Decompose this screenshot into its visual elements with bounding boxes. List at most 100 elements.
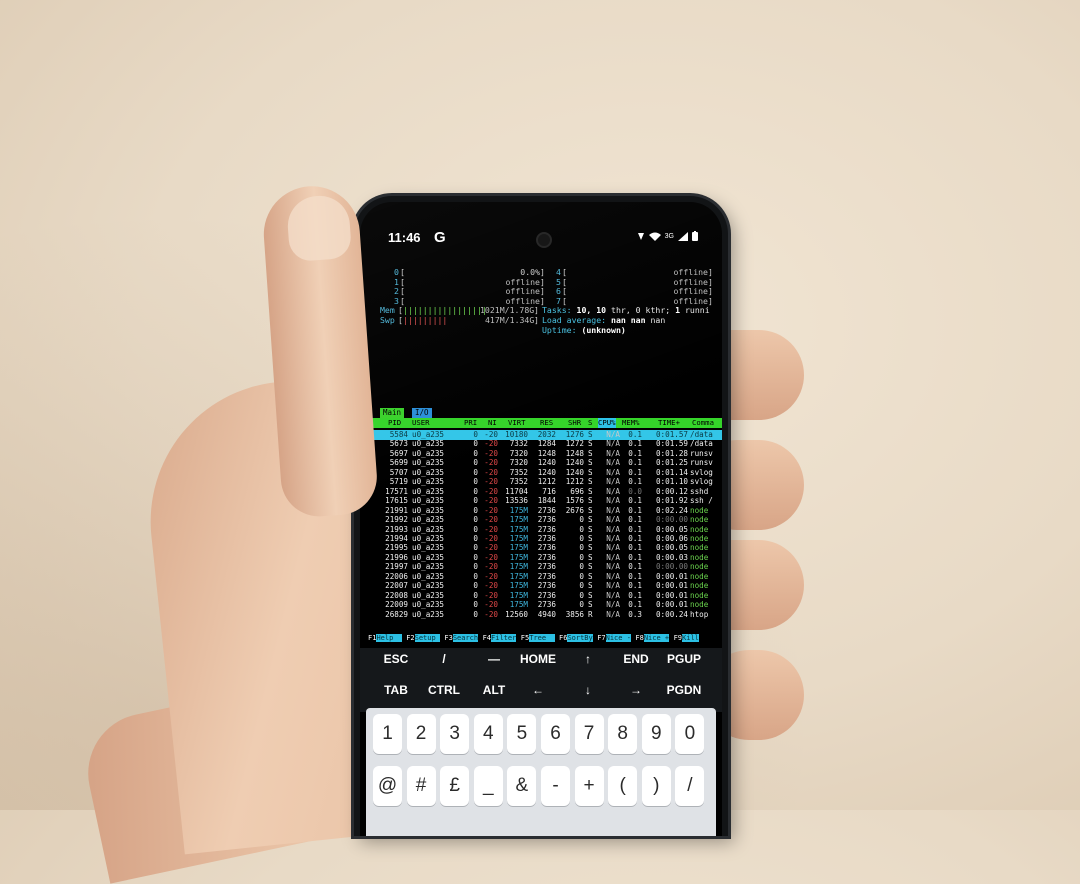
fkey-f5[interactable]: F5Tree (521, 633, 555, 643)
process-row[interactable]: 5584 u0_a235 0 -20 10180 2032 1276 S N/A 0.1 0:01.… (360, 430, 722, 440)
process-row[interactable]: 21992 u0_a235 0 -20 175M 2736 0 S N/A 0.1 0:00.00 n… (360, 515, 722, 525)
process-virt: 11704 (505, 486, 528, 496)
process-shr: 1248 (565, 448, 584, 458)
fkey-f4[interactable]: F4Filter (483, 633, 517, 643)
extra-key[interactable]: ← (516, 683, 560, 697)
process-row[interactable]: 21993 u0_a235 0 -20 175M 2736 0 S N/A 0.1 0:00.05 n… (360, 525, 722, 535)
process-row[interactable]: 21995 u0_a235 0 -20 175M 2736 0 S N/A 0.1 0:00.05 n… (360, 543, 722, 553)
col-ni[interactable]: NI (488, 418, 497, 428)
extra-key[interactable]: PGDN (662, 683, 706, 697)
keyboard-key-6[interactable]: 6 (541, 714, 570, 754)
keyboard-key[interactable]: ( (608, 766, 638, 806)
fkey-number: F3 (444, 634, 453, 642)
keyboard-key[interactable]: & (507, 766, 537, 806)
process-row[interactable]: 5699 u0_a235 0 -20 7320 1240 1240 S N/A 0.1 0:01.2… (360, 458, 722, 468)
process-row[interactable]: 22007 u0_a235 0 -20 175M 2736 0 S N/A 0.1 0:00.01 n… (360, 581, 722, 591)
fkey-f6[interactable]: F6SortBy (559, 633, 593, 643)
keyboard-key[interactable]: # (406, 766, 436, 806)
process-res: 1240 (537, 458, 556, 468)
process-ni: -20 (484, 571, 498, 581)
process-row[interactable]: 17615 u0_a235 0 -20 13536 1844 1576 S N/A 0.1 0:01… (360, 496, 722, 506)
col-time[interactable]: TIME+ (658, 418, 680, 428)
keyboard-key-1[interactable]: 1 (373, 714, 402, 754)
process-shr: 696 (570, 486, 584, 496)
process-s: S (588, 458, 593, 468)
fkey-f7[interactable]: F7Nice - (597, 633, 631, 643)
col-command[interactable]: Comma (692, 418, 714, 428)
tasks-threads: thr, 0 kthr; (611, 305, 671, 316)
process-row[interactable]: 17571 u0_a235 0 -20 11704 716 696 S N/A 0.0 0:00.1… (360, 487, 722, 497)
cpu-meters: 0[0.0%] 4[offline] 1[offline] 5[offline] 2[o… (360, 267, 722, 306)
extra-key[interactable]: — (472, 652, 516, 666)
extra-key[interactable]: PGUP (662, 652, 706, 666)
extra-key[interactable]: CTRL (422, 683, 466, 697)
fkey-f9[interactable]: F9Kill (674, 633, 699, 643)
extra-key[interactable]: ↓ (566, 683, 610, 697)
extra-key[interactable]: ESC (374, 652, 418, 666)
process-row[interactable]: 5697 u0_a235 0 -20 7320 1248 1248 S N/A 0.1 0:01.2… (360, 449, 722, 459)
col-cpu[interactable]: CPU% (598, 418, 616, 428)
process-time: 0:00.05 (655, 524, 688, 534)
process-row[interactable]: 5673 u0_a235 0 -20 7332 1284 1272 S N/A 0.1 0:01.5… (360, 439, 722, 449)
fkey-f3[interactable]: F3Search (444, 633, 479, 643)
keyboard-key[interactable]: £ (440, 766, 470, 806)
keyboard-key-7[interactable]: 7 (574, 714, 604, 754)
extra-key[interactable]: ALT (472, 683, 516, 697)
extra-key[interactable]: / (422, 652, 466, 666)
process-virt: 175M (509, 515, 528, 525)
col-pri[interactable]: PRI (464, 418, 477, 428)
process-row[interactable]: 22009 u0_a235 0 -20 175M 2736 0 S N/A 0.1 0:00.01 n… (360, 600, 722, 610)
extra-key[interactable]: HOME (516, 652, 560, 666)
keyboard-key-5[interactable]: 5 (507, 714, 537, 754)
fkey-f2[interactable]: F2Setup (406, 633, 440, 643)
process-row[interactable]: 22008 u0_a235 0 -20 175M 2736 0 S N/A 0.1 0:00.01 n… (360, 591, 722, 601)
process-row[interactable]: 21996 u0_a235 0 -20 175M 2736 0 S N/A 0.1 0:00.03 n… (360, 553, 722, 563)
process-time: 0:01.14 (655, 467, 688, 477)
keyboard-key-8[interactable]: 8 (608, 714, 638, 754)
process-user: u0_a235 (412, 486, 445, 496)
col-mem[interactable]: MEM% (622, 418, 640, 428)
extra-key[interactable]: ↑ (566, 652, 610, 666)
process-virt: 175M (509, 571, 528, 581)
keyboard-key-3[interactable]: 3 (440, 714, 470, 754)
keyboard-key-4[interactable]: 4 (473, 714, 503, 754)
keyboard-key[interactable]: @ (373, 766, 402, 806)
col-user[interactable]: USER (412, 418, 430, 428)
process-virt: 7332 (509, 439, 528, 449)
process-row[interactable]: 21997 u0_a235 0 -20 175M 2736 0 S N/A 0.1 0:00.00 n… (360, 562, 722, 572)
process-row[interactable]: 21991 u0_a235 0 -20 175M 2736 2676 S N/A 0.1 0:02.… (360, 506, 722, 516)
process-s: S (588, 600, 593, 610)
process-row[interactable]: 5719 u0_a235 0 -20 7352 1212 1212 S N/A 0.1 0:01.1… (360, 477, 722, 487)
process-user: u0_a235 (412, 600, 445, 610)
keyboard-key[interactable]: _ (473, 766, 503, 806)
keyboard-key[interactable]: - (541, 766, 570, 806)
keyboard-key-9[interactable]: 9 (641, 714, 671, 754)
keyboard-key[interactable]: + (574, 766, 604, 806)
tasks-running-label: runni (685, 305, 710, 316)
fkey-f1[interactable]: F1Help (368, 633, 402, 643)
process-cmd: node (690, 571, 709, 581)
extra-key[interactable]: → (614, 683, 658, 697)
keyboard-key[interactable]: / (675, 766, 705, 806)
extra-key[interactable]: TAB (374, 683, 418, 697)
process-row[interactable]: 21994 u0_a235 0 -20 175M 2736 0 S N/A 0.1 0:00.06 n… (360, 534, 722, 544)
tab-io[interactable]: I/O (412, 408, 432, 418)
tab-main[interactable]: Main (380, 408, 405, 418)
col-virt[interactable]: VIRT (508, 418, 526, 428)
col-pid[interactable]: PID (388, 418, 401, 428)
col-state[interactable]: S (588, 418, 592, 428)
process-row[interactable]: 5707 u0_a235 0 -20 7352 1240 1240 S N/A 0.1 0:01.1… (360, 468, 722, 478)
col-res[interactable]: RES (540, 418, 553, 428)
process-user: u0_a235 (412, 533, 445, 543)
keyboard-key[interactable]: ) (641, 766, 671, 806)
extra-key[interactable]: END (614, 652, 658, 666)
keyboard-key-2[interactable]: 2 (406, 714, 436, 754)
process-row[interactable]: 26829 u0_a235 0 -20 12560 4940 3856 R N/A 0.3 0:00… (360, 610, 722, 620)
fkey-f8[interactable]: F8Nice + (635, 633, 670, 643)
process-row[interactable]: 22006 u0_a235 0 -20 175M 2736 0 S N/A 0.1 0:00.01 n… (360, 572, 722, 582)
col-shr[interactable]: SHR (568, 418, 581, 428)
keyboard-key-0[interactable]: 0 (675, 714, 705, 754)
process-mem: 0.3 (628, 609, 642, 619)
process-virt: 175M (509, 590, 528, 600)
process-pri: 0 (473, 552, 478, 562)
